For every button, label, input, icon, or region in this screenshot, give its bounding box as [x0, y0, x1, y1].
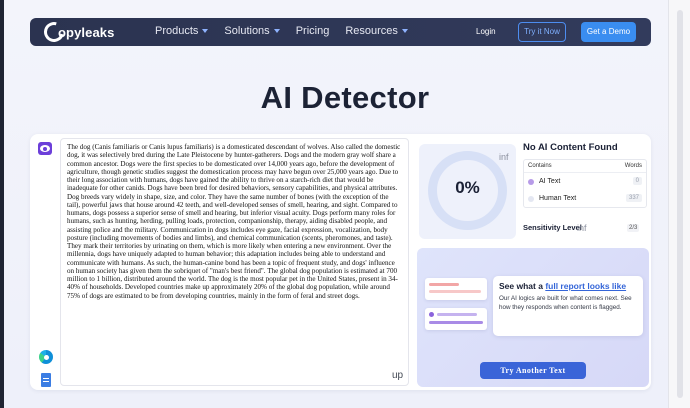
col-words: Words	[624, 163, 642, 169]
browser-viewport: opyleaks Products Solutions Pricing Reso…	[0, 0, 690, 408]
editor-sidebar	[34, 140, 58, 390]
nav-item-resources[interactable]: Resources	[345, 25, 408, 37]
try-another-text-button[interactable]: Try Another Text	[480, 362, 586, 379]
page-title: AI Detector	[260, 80, 430, 115]
nav-menu: Products Solutions Pricing Resources	[155, 25, 408, 37]
table-row-human-text: Human Text 337	[524, 190, 646, 207]
human-text-dot-icon	[528, 195, 534, 202]
nav-item-products[interactable]: Products	[155, 25, 209, 37]
login-link[interactable]: Login	[476, 27, 496, 36]
text-input-area[interactable]: The dog (Canis familiaris or Canis lupus…	[60, 138, 409, 386]
sensitivity-value[interactable]: 2/3	[627, 224, 640, 232]
promo-heading: See what a full report looks like	[499, 281, 627, 291]
summary-title: No AI Content Found	[523, 142, 618, 153]
nav-item-pricing[interactable]: Pricing	[296, 25, 330, 37]
try-it-now-button[interactable]: Try it Now	[518, 22, 566, 42]
scrollbar[interactable]	[668, 0, 690, 408]
report-preview-card	[425, 278, 487, 300]
nav-item-solutions[interactable]: Solutions	[224, 25, 280, 37]
table-row-ai-text: AI Text 0	[524, 173, 646, 190]
copyleaks-logo-icon	[40, 18, 68, 46]
table-header: Contains Words	[524, 160, 646, 173]
ai-percentage: 0%	[455, 178, 480, 197]
google-docs-icon[interactable]	[41, 373, 51, 387]
edge-browser-icon[interactable]	[39, 350, 53, 364]
full-report-link[interactable]: full report looks like	[545, 281, 626, 291]
promo-body: Our AI logics are built for what comes n…	[499, 295, 632, 311]
word-count-table: Contains Words AI Text 0 Human Text 337	[523, 159, 647, 208]
sensitivity-marker: inf	[577, 223, 587, 233]
logo[interactable]: opyleaks	[40, 18, 115, 46]
ai-score-gauge: 0% inf	[419, 144, 516, 239]
eye-icon[interactable]	[38, 142, 52, 155]
chevron-down-icon	[202, 29, 209, 33]
full-report-promo: See what a full report looks like Our AI…	[417, 248, 649, 387]
chevron-down-icon	[401, 29, 408, 33]
ai-text-dot-icon	[528, 178, 534, 185]
human-word-count: 337	[625, 194, 642, 202]
result-summary: No AI Content Found Contains Words AI Te…	[523, 142, 647, 208]
scrollbar-thumb[interactable]	[677, 10, 683, 398]
upload-mark[interactable]: up	[392, 370, 403, 381]
gauge-marker: inf	[499, 152, 509, 162]
chevron-down-icon	[273, 29, 280, 33]
col-contains: Contains	[528, 163, 552, 169]
detector-card: The dog (Canis familiaris or Canis lupus…	[30, 134, 651, 390]
logo-text: opyleaks	[58, 24, 115, 40]
top-navigation: opyleaks Products Solutions Pricing Reso…	[30, 18, 651, 46]
sensitivity-label: Sensitivity Level	[523, 223, 582, 232]
promo-text-card: See what a full report looks like Our AI…	[493, 276, 643, 336]
window-edge	[0, 0, 4, 408]
report-preview-card	[425, 308, 487, 330]
get-a-demo-button[interactable]: Get a Demo	[581, 22, 636, 42]
ai-word-count: 0	[632, 177, 642, 185]
